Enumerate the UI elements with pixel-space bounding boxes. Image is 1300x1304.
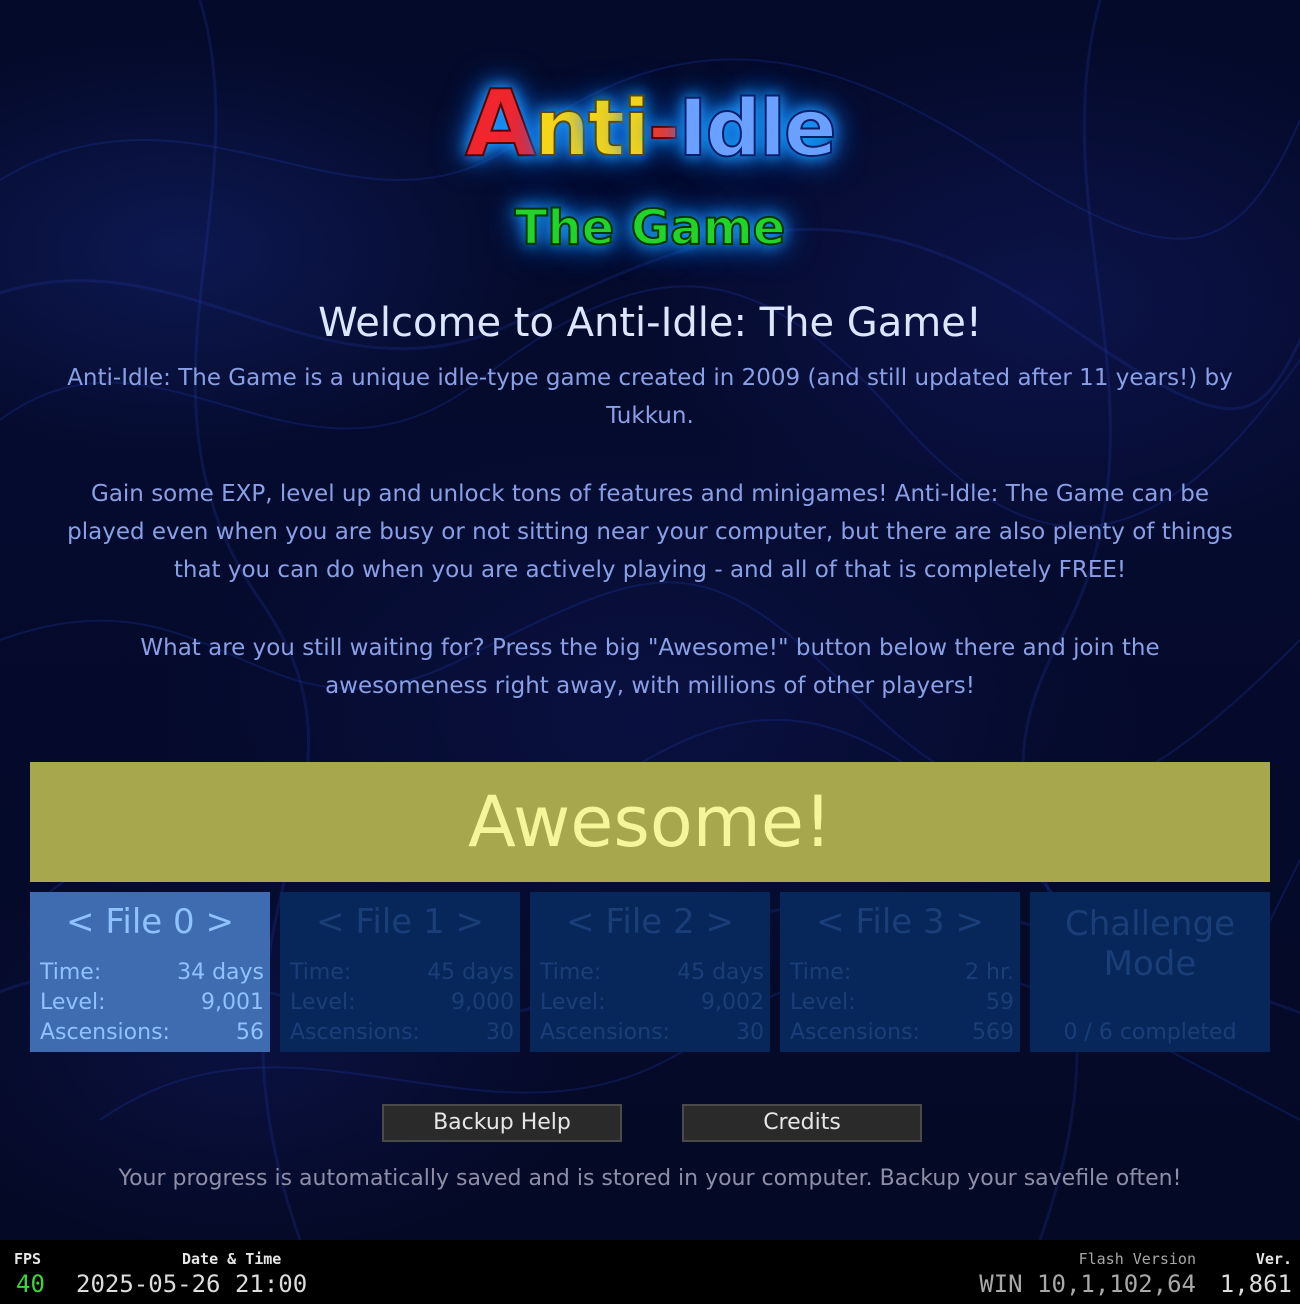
save-file-2[interactable]: < File 2 > Time: 45 days Level: 9,002 Asce…: [530, 892, 770, 1052]
file-ascensions-row: Ascensions: 30: [290, 1018, 514, 1048]
stat-value: 569: [972, 1020, 1014, 1045]
welcome-title: Welcome to Anti-Idle: The Game!: [318, 300, 982, 346]
file-ascensions-row: Ascensions: 569: [790, 1018, 1014, 1048]
stat-value: 2 hr.: [965, 960, 1014, 985]
stat-label: Ascensions:: [40, 1020, 170, 1045]
file-time-row: Time: 34 days: [40, 958, 264, 988]
file-time-row: Time: 2 hr.: [790, 958, 1014, 988]
version-value: 1,861: [1219, 1270, 1292, 1298]
fps-label: FPS: [14, 1250, 42, 1268]
call-to-action-paragraph: What are you still waiting for? Press th…: [140, 635, 1160, 699]
stat-value: 45 days: [427, 960, 514, 985]
stat-label: Time:: [790, 960, 852, 985]
file-time-row: Time: 45 days: [540, 958, 764, 988]
file-title: < File 2 >: [566, 902, 734, 942]
datetime-value: 2025-05-26 21:00: [76, 1270, 308, 1298]
stat-value: 45 days: [677, 960, 764, 985]
features-paragraph: Gain some EXP, level up and unlock tons …: [67, 481, 1233, 583]
logo-letter: -: [647, 83, 681, 175]
save-note: Your progress is automatically saved and…: [118, 1166, 1182, 1191]
game-stage: Anti-Idle The Game Welcome to Anti-Idle:…: [0, 0, 1300, 1240]
save-file-3[interactable]: < File 3 > Time: 2 hr. Level: 59 Ascension…: [780, 892, 1020, 1052]
flash-version-value: WIN 10,1,102,64: [979, 1270, 1196, 1298]
stat-label: Ascensions:: [790, 1020, 920, 1045]
stat-value: 9,000: [451, 990, 514, 1015]
stat-label: Level:: [40, 990, 106, 1015]
stat-value: 30: [486, 1020, 514, 1045]
file-ascensions-row: Ascensions: 56: [40, 1018, 264, 1048]
status-bar: FPS 40 Date & Time 2025-05-26 21:00 Flas…: [0, 1240, 1300, 1304]
file-level-row: Level: 9,002: [540, 988, 764, 1018]
save-file-1[interactable]: < File 1 > Time: 45 days Level: 9,000 Asce…: [280, 892, 520, 1052]
logo-letter: t: [587, 83, 626, 175]
stat-value: 34 days: [177, 960, 264, 985]
file-level-row: Level: 9,001: [40, 988, 264, 1018]
stat-label: Level:: [540, 990, 606, 1015]
challenge-progress: 0 / 6 completed: [1063, 1020, 1237, 1045]
logo-letter: i: [622, 83, 651, 175]
flash-version-label: Flash Version: [1078, 1250, 1196, 1268]
intro-paragraph: Anti-Idle: The Game is a unique idle-typ…: [67, 365, 1233, 429]
challenge-title: Challenge Mode: [1065, 904, 1235, 984]
file-level-row: Level: 9,000: [290, 988, 514, 1018]
stat-value: 9,001: [201, 990, 264, 1015]
logo-letter: A: [464, 69, 537, 178]
file-level-row: Level: 59: [790, 988, 1014, 1018]
file-title: < File 1 >: [316, 902, 484, 942]
stat-value: 9,002: [701, 990, 764, 1015]
stat-label: Level:: [790, 990, 856, 1015]
logo-title: Anti-Idle: [420, 69, 880, 178]
stat-value: 30: [736, 1020, 764, 1045]
awesome-button[interactable]: Awesome!: [30, 762, 1270, 882]
version-label: Ver.: [1255, 1250, 1292, 1268]
file-title: < File 3 >: [816, 902, 984, 942]
file-time-row: Time: 45 days: [290, 958, 514, 988]
logo-subtitle: The Game: [514, 199, 787, 257]
stat-label: Time:: [540, 960, 602, 985]
stat-value: 56: [236, 1020, 264, 1045]
stat-value: 59: [986, 990, 1014, 1015]
datetime-label: Date & Time: [182, 1250, 282, 1268]
file-ascensions-row: Ascensions: 30: [540, 1018, 764, 1048]
challenge-mode-panel[interactable]: Challenge Mode 0 / 6 completed: [1030, 892, 1270, 1052]
credits-button[interactable]: Credits: [682, 1104, 922, 1142]
stat-label: Time:: [290, 960, 352, 985]
stat-label: Time:: [40, 960, 102, 985]
stat-label: Ascensions:: [290, 1020, 420, 1045]
backup-help-button[interactable]: Backup Help: [382, 1104, 622, 1142]
fps-value: 40: [16, 1270, 45, 1298]
stat-label: Level:: [290, 990, 356, 1015]
game-logo: Anti-Idle The Game: [420, 50, 880, 285]
stat-label: Ascensions:: [540, 1020, 670, 1045]
logo-letter: n: [533, 83, 590, 175]
file-title: < File 0 >: [66, 902, 234, 942]
save-file-0[interactable]: < File 0 > Time: 34 days Level: 9,001 Asce…: [30, 892, 270, 1052]
logo-letter: Idle: [677, 83, 837, 175]
